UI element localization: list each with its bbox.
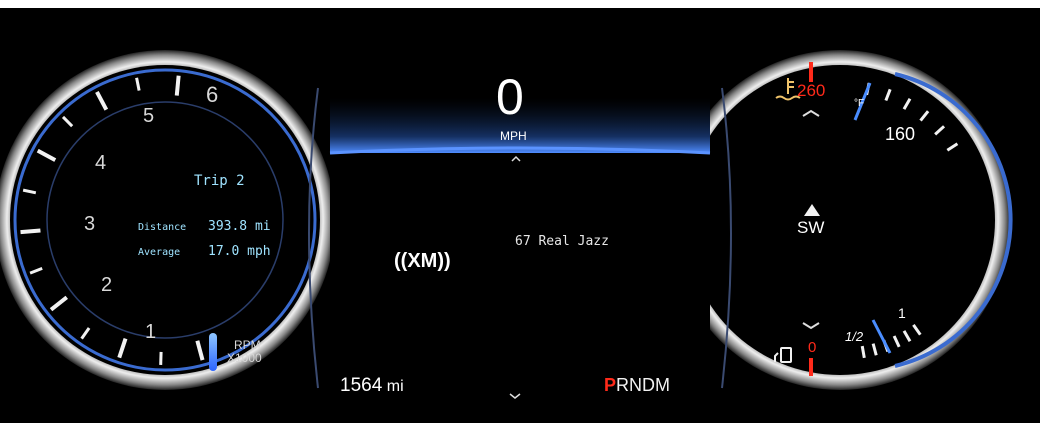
fuel-empty: 0 <box>808 339 817 356</box>
tach-tick-1: 1 <box>145 321 157 343</box>
radio-station-name: 67 Real Jazz <box>515 234 609 249</box>
temperature-unit: °F <box>854 98 865 109</box>
xm-radio-logo: ((XM)) <box>394 250 451 272</box>
temperature-high: 260 <box>797 81 826 100</box>
fuel-tick <box>860 345 866 359</box>
speed-value: 0 <box>496 69 524 125</box>
fuel-full: 1 <box>898 305 906 321</box>
rpm-unit-label: RPM <box>234 338 261 352</box>
tachometer-face <box>10 65 320 375</box>
tachometer-needle <box>209 333 217 371</box>
trip-distance-label: Distance <box>138 222 187 233</box>
tach-tick-5: 5 <box>143 105 155 127</box>
speed-unit: MPH <box>500 129 527 143</box>
tach-tick-3: 3 <box>84 213 96 235</box>
trip-title: Trip 2 <box>194 173 245 189</box>
temperature-mid: 160 <box>885 124 916 144</box>
tach-tick-2: 2 <box>101 274 113 296</box>
odometer-unit: mi <box>386 378 404 395</box>
instrument-cluster: 1 2 3 4 5 6 RPM X1000 Trip 2 Distance 39… <box>0 8 1040 423</box>
temperature-red-mark <box>809 62 813 82</box>
temp-fuel-gauge <box>670 50 1013 390</box>
tach-tick-6: 6 <box>206 82 219 107</box>
compass-heading: SW <box>797 218 825 237</box>
trip-average-label: Average <box>138 247 181 258</box>
tachometer-gauge <box>0 50 335 390</box>
trip-distance-value: 393.8 mi <box>208 219 271 234</box>
odometer: 1564 mi <box>340 375 404 397</box>
fuel-red-mark <box>809 358 813 376</box>
tach-major-tick <box>174 75 181 96</box>
odometer-value: 1564 <box>340 375 383 396</box>
gear-selected: P <box>604 375 617 395</box>
tach-tick-4: 4 <box>95 152 107 174</box>
trip-average-value: 17.0 mph <box>208 244 271 259</box>
gear-others: RNDM <box>616 375 671 395</box>
rpm-unit-multiplier: X1000 <box>227 351 262 365</box>
tach-major-tick <box>20 228 41 235</box>
fuel-half: 1/2 <box>845 329 864 344</box>
gear-indicator: PRNDM <box>604 375 670 396</box>
